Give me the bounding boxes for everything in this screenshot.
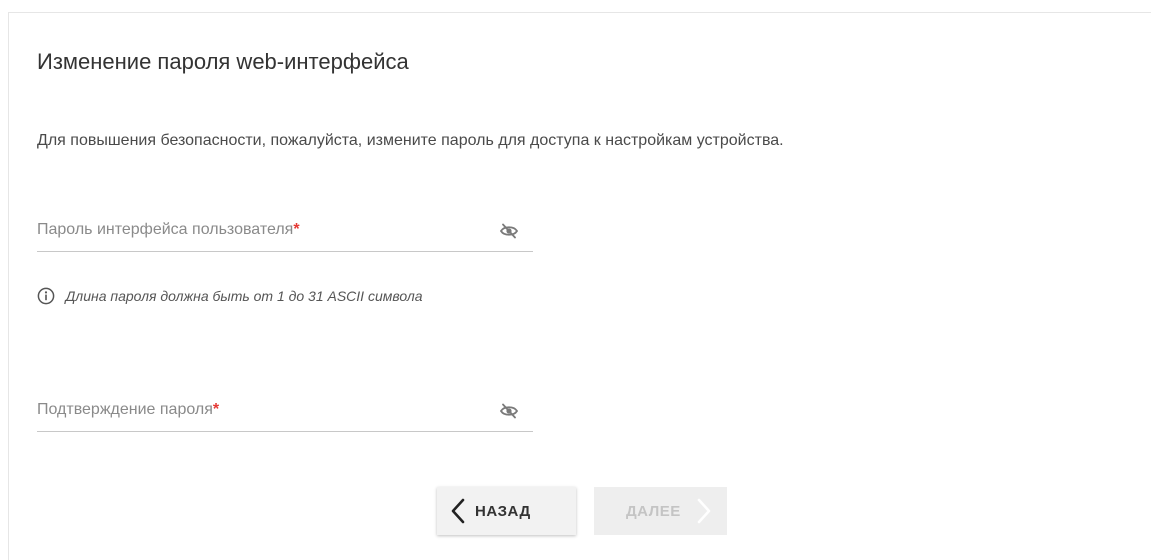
back-button[interactable]: НАЗАД [437, 487, 576, 535]
next-button-label: ДАЛЕЕ [626, 502, 681, 520]
next-button[interactable]: ДАЛЕЕ [594, 487, 727, 535]
page-title: Изменение пароля web-интерфейса [37, 49, 409, 74]
confirm-password-input[interactable] [37, 391, 477, 431]
info-icon [37, 287, 55, 305]
password-change-card: Изменение пароля web-интерфейса Для повы… [8, 12, 1151, 560]
chevron-left-icon [451, 498, 465, 524]
eye-off-icon[interactable] [499, 401, 519, 421]
password-field: Пароль интерфейса пользователя* [37, 211, 533, 252]
eye-off-icon[interactable] [499, 221, 519, 241]
hint-text: Длина пароля должна быть от 1 до 31 ASCI… [65, 288, 423, 304]
page-description: Для повышения безопасности, пожалуйста, … [37, 132, 784, 149]
back-button-label: НАЗАД [475, 502, 531, 520]
password-hint: Длина пароля должна быть от 1 до 31 ASCI… [37, 287, 423, 307]
password-input[interactable] [37, 211, 477, 251]
confirm-password-field: Подтверждение пароля* [37, 391, 533, 432]
chevron-right-icon [697, 498, 711, 524]
